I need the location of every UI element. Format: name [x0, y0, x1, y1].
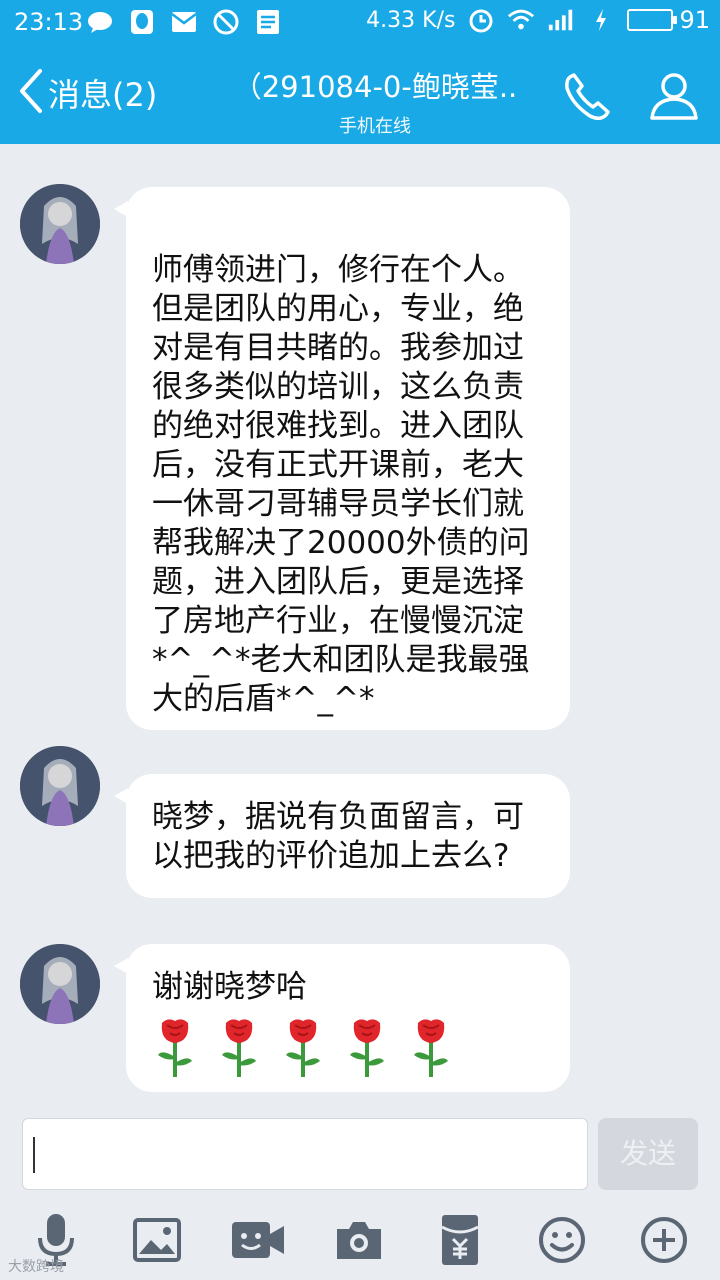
- battery-level: 91: [679, 6, 710, 34]
- rose-emoji-icon: [414, 1019, 448, 1077]
- rose-emoji-icon: [286, 1019, 320, 1077]
- wifi-icon: [507, 6, 535, 34]
- message-text: 谢谢晓梦哈: [152, 969, 307, 1005]
- message-bubble[interactable]: 师傅领进门，修行在个人。但是团队的用心，专业，绝对是有目共睹的。我参加过很多类似…: [114, 187, 570, 730]
- rose-emoji-icon: [158, 1019, 192, 1077]
- battery-icon: 91: [627, 6, 710, 34]
- profile-button[interactable]: [646, 68, 702, 124]
- message-bubble[interactable]: 晓梦，据说有负面留言，可以把我的评价追加上去么?: [114, 774, 570, 898]
- send-button[interactable]: 发送: [598, 1118, 698, 1190]
- plus-icon[interactable]: [636, 1212, 692, 1268]
- rose-emoji-icon: [350, 1019, 384, 1077]
- emoji-icon[interactable]: [534, 1212, 590, 1268]
- back-label: 消息(2): [48, 76, 158, 114]
- input-toolbar: [0, 1200, 720, 1280]
- composer: 发送: [0, 1110, 720, 1202]
- avatar[interactable]: [20, 184, 100, 264]
- chat-bubble-icon: [86, 8, 114, 36]
- signal-4g-icon: [547, 6, 575, 34]
- charging-icon: [587, 6, 615, 34]
- text-cursor: [33, 1137, 35, 1173]
- phone-icon: [565, 73, 610, 120]
- message-text: 师傅领进门，修行在个人。但是团队的用心，专业，绝对是有目共睹的。我参加过很多类似…: [152, 252, 530, 717]
- camera-icon[interactable]: [331, 1212, 387, 1268]
- note-icon: [254, 8, 282, 36]
- rose-emoji-icon: [222, 1019, 256, 1077]
- qq-icon: [128, 8, 156, 36]
- video-call-icon[interactable]: [230, 1212, 286, 1268]
- chevron-left-icon: [18, 68, 44, 118]
- status-time: 23:13: [14, 8, 84, 36]
- emoji-row: [152, 1013, 544, 1079]
- watermark: 大数跨境: [8, 1259, 64, 1275]
- back-button[interactable]: 消息(2): [18, 68, 157, 118]
- online-status: 手机在线: [339, 116, 411, 137]
- block-icon: [212, 8, 240, 36]
- status-bar: 23:13 4.33 K/s 91: [0, 0, 720, 46]
- chat-header: 消息(2) （291084-0-鲍晓莹.. 手机在线: [0, 46, 720, 144]
- mail-icon: [170, 8, 198, 36]
- person-icon: [650, 73, 698, 120]
- chat-title: （291084-0-鲍晓莹..: [232, 70, 518, 104]
- avatar[interactable]: [20, 944, 100, 1024]
- chat-title-area[interactable]: （291084-0-鲍晓莹.. 手机在线: [210, 64, 540, 138]
- avatar[interactable]: [20, 746, 100, 826]
- image-icon[interactable]: [129, 1212, 185, 1268]
- call-button[interactable]: [560, 68, 616, 124]
- red-packet-icon[interactable]: [432, 1212, 488, 1268]
- message-text: 晓梦，据说有负面留言，可以把我的评价追加上去么?: [152, 799, 524, 874]
- message-input[interactable]: [22, 1118, 588, 1190]
- message-bubble[interactable]: 谢谢晓梦哈: [114, 944, 570, 1092]
- clock-icon: [467, 6, 495, 34]
- network-speed: 4.33 K/s: [366, 7, 456, 33]
